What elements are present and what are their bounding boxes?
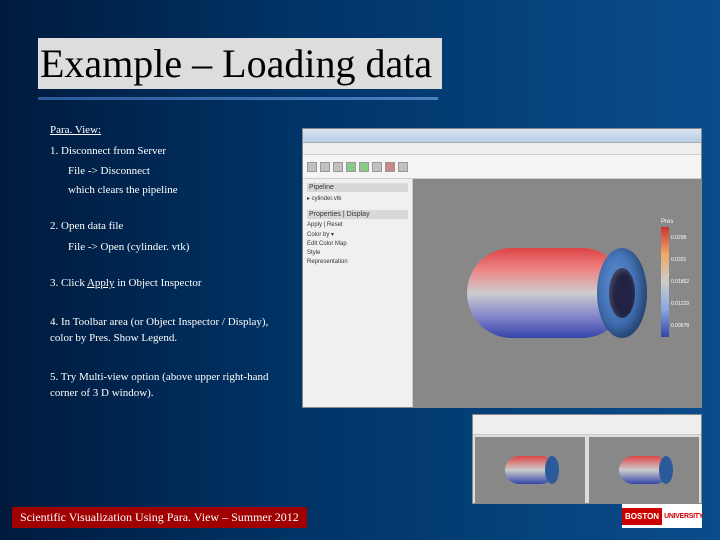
tick: 0.0298 <box>671 227 689 249</box>
toolbar-icon <box>307 162 317 172</box>
mini-cylinder <box>505 456 555 484</box>
panel-header: Pipeline <box>307 183 408 192</box>
logo-text: UNIVERSITY <box>662 513 703 520</box>
step-3-prefix: 3. Click <box>50 277 87 289</box>
paraview-screenshot-main: Pipeline ▸ cylinder.vtk Properties | Dis… <box>302 128 702 408</box>
object-inspector-panel: Pipeline ▸ cylinder.vtk Properties | Dis… <box>303 179 413 407</box>
panel-row: Color by ▾ <box>307 231 408 238</box>
step-2: 2. Open data file <box>50 218 290 235</box>
apply-word: Apply <box>87 277 115 289</box>
multiview-pane-left <box>475 437 585 503</box>
panel-header: Properties | Display <box>307 210 408 219</box>
toolbar-icon <box>346 162 356 172</box>
step-1-sub-b: which clears the pipeline <box>68 182 290 199</box>
cylinder-bore <box>609 268 635 318</box>
window-menubar <box>303 143 701 155</box>
paraview-screenshot-multiview <box>472 414 702 504</box>
panel-row: ▸ cylinder.vtk <box>307 195 408 202</box>
cylinder-render <box>457 223 657 363</box>
step-4: 4. In Toolbar area (or Object Inspector … <box>50 314 290 347</box>
toolbar-icon <box>320 162 330 172</box>
panel-row: Edit Color Map <box>307 241 408 247</box>
color-legend: Pres 0.0298 0.0331 0.01802 0.01229 0.006… <box>661 219 695 359</box>
instructions-panel: Para. View: 1. Disconnect from Server Fi… <box>50 122 290 406</box>
window-toolbar <box>303 155 701 179</box>
slide-title: Example – Loading data <box>38 38 442 89</box>
step-2-sub-a: File -> Open (cylinder. vtk) <box>68 239 290 256</box>
toolbar-icon <box>385 162 395 172</box>
step-1-sub-a: File -> Disconnect <box>68 163 290 180</box>
panel-row: Apply | Reset <box>307 222 408 228</box>
multiview-pane-right <box>589 437 699 503</box>
tick: 0.0331 <box>671 249 689 271</box>
multiview-toolbar <box>473 415 701 435</box>
colorbar-ticks: 0.0298 0.0331 0.01802 0.01229 0.00678 <box>671 227 689 337</box>
step-1: 1. Disconnect from Server <box>50 143 290 160</box>
instructions-heading: Para. View: <box>50 122 290 139</box>
mini-cylinder <box>619 456 669 484</box>
tick: 0.01802 <box>671 271 689 293</box>
step-3-suffix: in Object Inspector <box>114 277 201 289</box>
tick: 0.01229 <box>671 293 689 315</box>
toolbar-icon <box>372 162 382 172</box>
panel-row: Representation <box>307 259 408 265</box>
toolbar-icon <box>398 162 408 172</box>
tick: 0.00678 <box>671 315 689 337</box>
step-3: 3. Click Apply in Object Inspector <box>50 275 290 292</box>
panel-row: Style <box>307 250 408 256</box>
toolbar-icon <box>359 162 369 172</box>
title-underline <box>38 97 438 100</box>
colorbar-label: Pres <box>661 219 695 225</box>
logo-mark: BOSTON <box>622 508 662 525</box>
toolbar-icon <box>333 162 343 172</box>
render-view-3d: Pres 0.0298 0.0331 0.01802 0.01229 0.006… <box>413 179 701 407</box>
step-5: 5. Try Multi-view option (above upper ri… <box>50 369 290 402</box>
boston-university-logo: BOSTON UNIVERSITY <box>622 504 702 528</box>
colorbar-strip <box>661 227 669 337</box>
window-titlebar <box>303 129 701 143</box>
slide-footer: Scientific Visualization Using Para. Vie… <box>12 507 307 528</box>
